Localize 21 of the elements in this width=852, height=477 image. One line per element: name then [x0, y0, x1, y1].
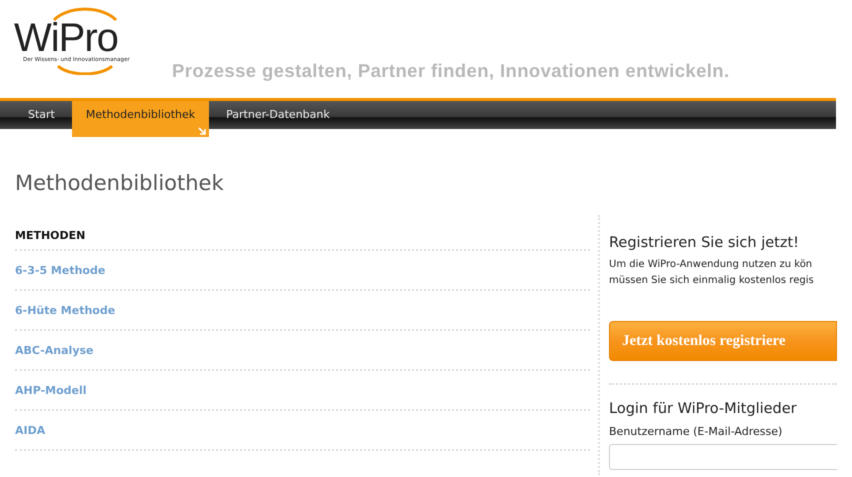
username-label: Benutzername (E-Mail-Adresse) — [609, 425, 784, 438]
nav-tab[interactable]: Partner-Datenbank — [212, 101, 344, 129]
arrow-icon — [198, 127, 206, 135]
section-heading: METHODEN — [15, 215, 590, 251]
method-link[interactable]: ABC-Analyse — [15, 344, 94, 356]
login-title: Login für WiPro-Mitglieder — [609, 401, 798, 417]
register-button[interactable]: Jetzt kostenlos registriere — [609, 321, 837, 361]
nav-tab[interactable]: Methodenbibliothek — [72, 101, 210, 137]
method-link[interactable]: AIDA — [15, 424, 46, 436]
logo-wordmark: WiPro — [14, 21, 118, 55]
register-text: Um die WiPro-Anwendung nutzen zu kön — [609, 258, 814, 272]
nav-tab[interactable]: Start — [14, 101, 69, 129]
username-field[interactable] — [609, 444, 837, 470]
method-link[interactable]: 6-3-5 Methode — [15, 264, 106, 276]
register-text: müssen Sie sich einmalig kostenlos regis — [609, 274, 815, 288]
method-link[interactable]: 6-Hüte Methode — [15, 304, 116, 316]
page-title: Methodenbibliothek — [15, 171, 225, 197]
tagline: Prozesse gestalten, Partner finden, Innovationen entwickeln. — [172, 60, 730, 82]
arc-icon — [50, 7, 120, 21]
method-link[interactable]: AHP-Modell — [15, 384, 87, 396]
register-title: Registrieren Sie sich jetzt! — [609, 235, 800, 251]
